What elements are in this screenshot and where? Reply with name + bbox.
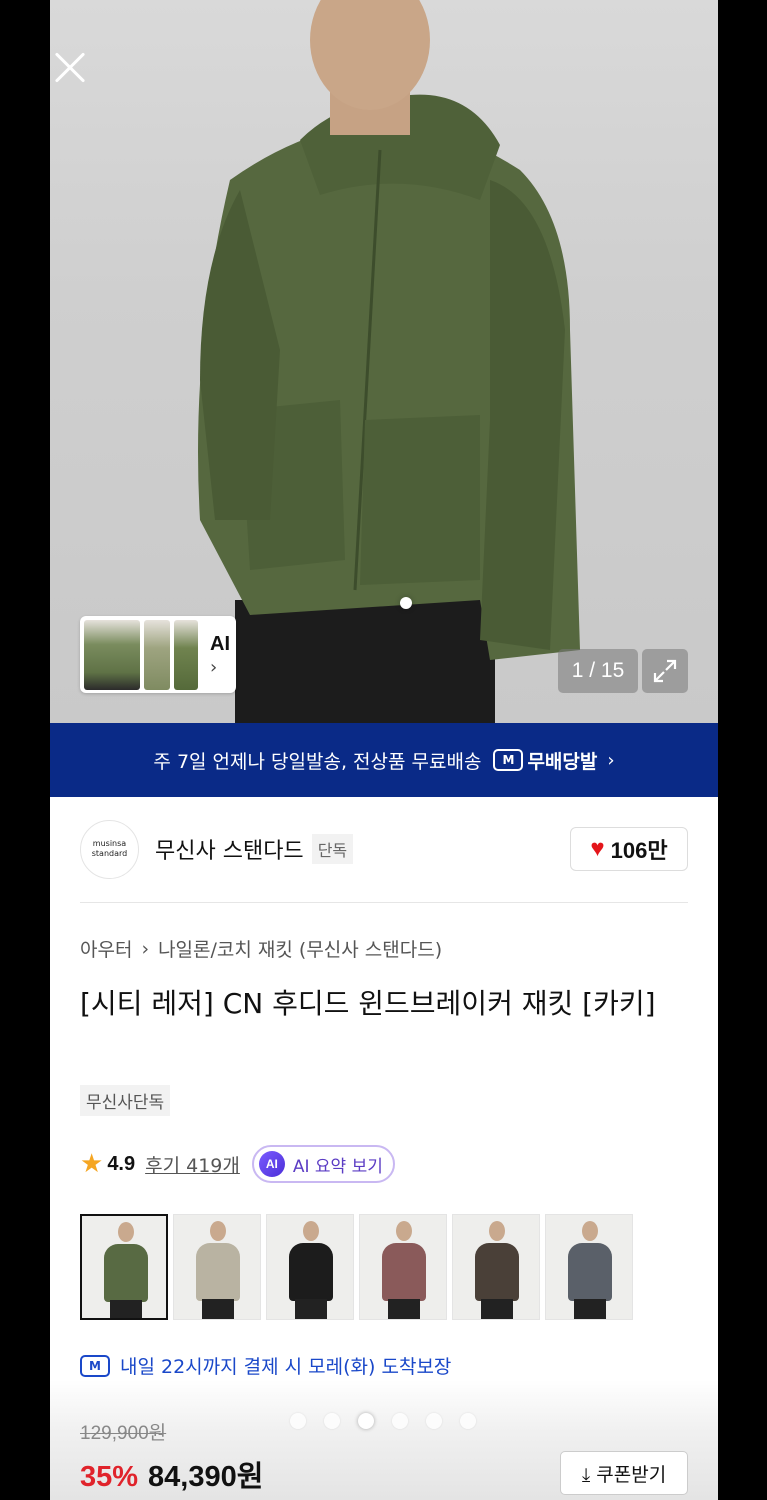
ai-styling-card[interactable]: AI › bbox=[80, 616, 236, 693]
pager-dot[interactable] bbox=[426, 1413, 442, 1429]
product-title: [시티 레저] CN 후디드 윈드브레이커 재킷 [카키] bbox=[80, 987, 656, 1020]
variant-jacket bbox=[568, 1243, 612, 1301]
ai-thumb-2 bbox=[144, 619, 170, 690]
variant-head bbox=[303, 1221, 319, 1241]
brand-logo[interactable]: musinsa standard bbox=[80, 819, 139, 879]
delivery-truck-icon: M bbox=[493, 749, 524, 771]
color-variant-5[interactable] bbox=[452, 1214, 540, 1320]
discount-rate: 35% bbox=[80, 1461, 139, 1493]
star-icon: ★ bbox=[80, 1149, 104, 1179]
variant-head bbox=[396, 1221, 412, 1241]
delivery-guarantee[interactable]: M 내일 22시까지 결제 시 모레(화) 도착보장 bbox=[80, 1352, 451, 1379]
variant-head bbox=[210, 1221, 226, 1241]
banner-brand: M 무배당발 bbox=[493, 747, 597, 774]
close-button[interactable] bbox=[50, 48, 90, 88]
variant-jacket bbox=[289, 1243, 333, 1301]
breadcrumb-category[interactable]: 아우터 bbox=[80, 935, 132, 962]
chevron-right-icon: › bbox=[141, 937, 150, 960]
price-row: 35% 84,390원 bbox=[80, 1453, 263, 1495]
divider bbox=[80, 902, 688, 903]
variant-legs bbox=[202, 1299, 234, 1319]
image-counter: 1 / 15 bbox=[558, 649, 638, 693]
sale-price: 84,390원 bbox=[148, 1461, 264, 1493]
color-variant-4[interactable] bbox=[359, 1214, 447, 1320]
variant-legs bbox=[388, 1299, 420, 1319]
variant-legs bbox=[481, 1299, 513, 1319]
pager-dot[interactable] bbox=[460, 1413, 476, 1429]
color-variants bbox=[80, 1214, 638, 1320]
pager-dot[interactable] bbox=[358, 1413, 374, 1429]
heart-icon: ♥ bbox=[590, 835, 605, 862]
variant-legs bbox=[574, 1299, 606, 1319]
pager-dots bbox=[290, 1413, 494, 1429]
expand-icon bbox=[653, 659, 677, 683]
variant-jacket bbox=[382, 1243, 426, 1301]
brand-logo-line2: standard bbox=[91, 849, 128, 858]
color-variant-6[interactable] bbox=[545, 1214, 633, 1320]
product-image-gallery[interactable]: AI › 1 / 15 bbox=[50, 0, 718, 723]
ai-icon: AI bbox=[258, 1151, 285, 1177]
exclusive-tag: 단독 bbox=[311, 834, 354, 864]
variant-jacket bbox=[196, 1243, 240, 1301]
ai-summary-button[interactable]: AI AI 요약 보기 bbox=[251, 1145, 395, 1183]
pager-dot[interactable] bbox=[324, 1413, 340, 1429]
breadcrumb-subcategory[interactable]: 나일론/코치 재킷 (무신사 스탠다드) bbox=[158, 935, 442, 962]
delivery-truck-icon: M bbox=[80, 1354, 110, 1377]
rating-value: 4.9 bbox=[107, 1152, 136, 1175]
banner-text: 주 7일 언제나 당일발송, 전상품 무료배송 bbox=[153, 750, 482, 773]
breadcrumb: 아우터 › 나일론/코치 재킷 (무신사 스탠다드) bbox=[80, 935, 442, 962]
ai-thumb-1 bbox=[84, 619, 140, 690]
original-price: 129,900원 bbox=[80, 1423, 167, 1444]
like-count: 106만 bbox=[610, 838, 668, 863]
ai-label-wrap: AI › bbox=[202, 631, 230, 678]
ai-thumb-3 bbox=[174, 619, 198, 690]
pager-dot[interactable] bbox=[392, 1413, 408, 1429]
product-page: AI › 1 / 15 주 7일 언제나 당일발송, 전상품 무료배송 M 무배… bbox=[50, 0, 718, 1500]
shipping-banner[interactable]: 주 7일 언제나 당일발송, 전상품 무료배송 M 무배당발 › bbox=[50, 723, 718, 797]
expand-button[interactable] bbox=[642, 649, 688, 693]
rating-row: ★ 4.9 후기 419개 AI AI 요약 보기 bbox=[80, 1144, 395, 1184]
variant-head bbox=[118, 1222, 134, 1242]
image-hotspot[interactable] bbox=[400, 597, 412, 609]
exclusive-badge: 무신사단독 bbox=[80, 1085, 171, 1116]
color-variant-1[interactable] bbox=[80, 1214, 168, 1320]
product-photo bbox=[198, 0, 580, 723]
variant-legs bbox=[110, 1300, 142, 1318]
review-link[interactable]: 후기 419개 bbox=[145, 1151, 240, 1178]
delivery-text: 내일 22시까지 결제 시 모레(화) 도착보장 bbox=[120, 1356, 452, 1378]
chevron-right-icon: › bbox=[607, 749, 615, 771]
variant-legs bbox=[295, 1299, 327, 1319]
color-variant-3[interactable] bbox=[266, 1214, 354, 1320]
coupon-button[interactable]: ⤓ 쿠폰받기 bbox=[560, 1451, 688, 1495]
banner-brand-label: 무배당발 bbox=[527, 750, 598, 773]
variant-head bbox=[489, 1221, 505, 1241]
brand-logo-line1: musinsa bbox=[92, 839, 127, 848]
like-button[interactable]: ♥ 106만 bbox=[570, 827, 688, 871]
brand-row: musinsa standard 무신사 스탠다드 단독 ♥ 106만 bbox=[80, 818, 688, 880]
variant-jacket bbox=[104, 1244, 148, 1302]
ai-summary-label: AI 요약 보기 bbox=[292, 1156, 383, 1177]
brand-name[interactable]: 무신사 스탠다드 bbox=[155, 833, 304, 865]
variant-head bbox=[582, 1221, 598, 1241]
ai-label: AI bbox=[210, 633, 230, 655]
chevron-right-icon: › bbox=[210, 657, 218, 678]
pager-dot[interactable] bbox=[290, 1413, 306, 1429]
variant-jacket bbox=[475, 1243, 519, 1301]
color-variant-2[interactable] bbox=[173, 1214, 261, 1320]
